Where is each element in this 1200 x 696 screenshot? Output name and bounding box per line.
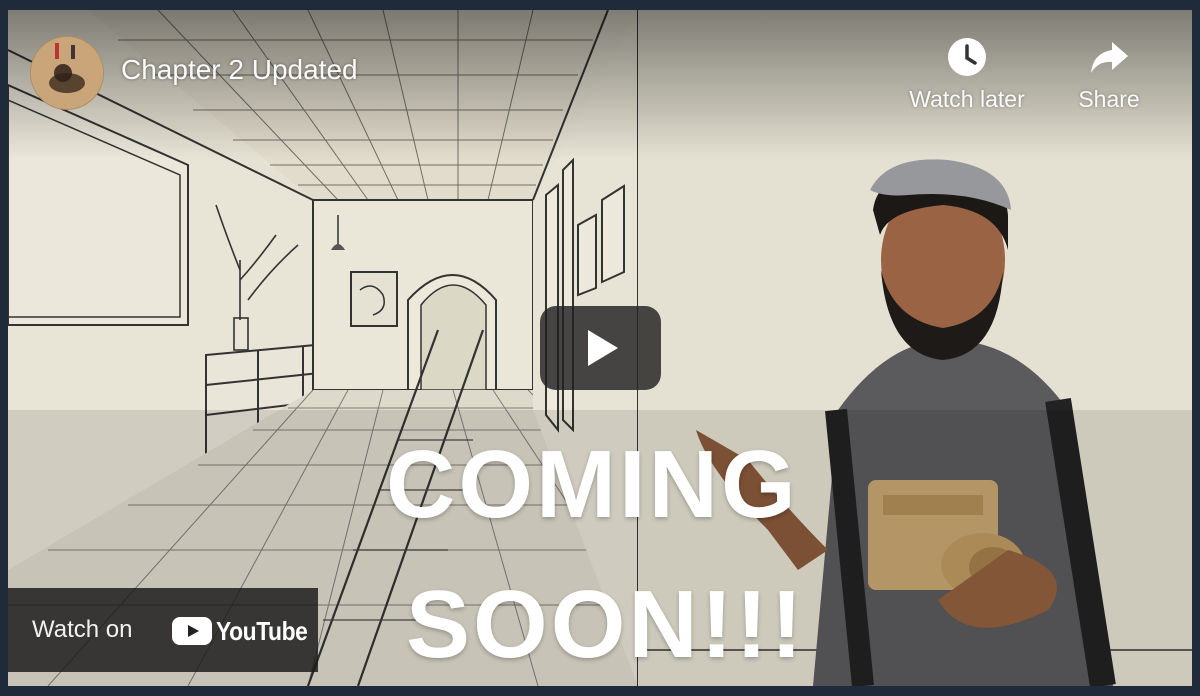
overlay-text-line-2: SOON!!!: [406, 571, 806, 678]
watch-on-youtube-button[interactable]: Watch on YouTube: [8, 588, 318, 672]
channel-avatar[interactable]: [30, 36, 104, 110]
share-button[interactable]: Share: [1039, 36, 1179, 113]
watch-later-label: Watch later: [909, 86, 1025, 112]
play-icon: [588, 330, 618, 366]
channel-avatar-image: [31, 37, 103, 109]
play-button[interactable]: [540, 306, 661, 390]
share-arrow-icon: [1091, 42, 1128, 73]
overlay-text-line-1: COMING: [386, 431, 799, 538]
clock-icon: [948, 38, 986, 76]
youtube-play-logo-icon: [172, 617, 212, 645]
video-title[interactable]: Chapter 2 Updated: [121, 54, 358, 86]
watch-on-label: Watch on: [32, 616, 133, 643]
video-player[interactable]: Chapter 2 Updated Watch later Share COMI…: [8, 10, 1192, 686]
watch-later-button[interactable]: Watch later: [897, 36, 1037, 113]
youtube-wordmark: YouTube: [216, 616, 308, 646]
share-label: Share: [1078, 86, 1140, 112]
youtube-logo: YouTube: [172, 616, 308, 646]
